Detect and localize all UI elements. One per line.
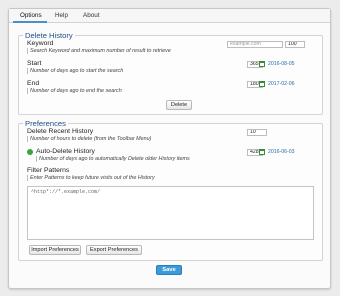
auto-delete-status-dot bbox=[27, 149, 33, 155]
auto-delete-label: Auto-Delete History bbox=[36, 148, 95, 155]
delete-button[interactable]: Delete bbox=[166, 100, 192, 110]
start-hint: Number of days ago to start the search bbox=[27, 68, 123, 74]
preferences-title: Preferences bbox=[23, 119, 68, 128]
filter-hint: Enter Patterns to keep future visits out… bbox=[27, 175, 155, 181]
import-preferences-button[interactable]: Import Preferences bbox=[29, 245, 81, 255]
max-results-input[interactable]: 100 bbox=[285, 41, 305, 48]
end-label: End bbox=[27, 80, 40, 87]
end-date[interactable]: 2017-02-06 bbox=[259, 81, 295, 87]
auto-delete-date-value: 2016-06-03 bbox=[268, 149, 295, 155]
tab-options[interactable]: Options bbox=[20, 12, 42, 19]
calendar-icon bbox=[259, 149, 265, 155]
delete-recent-label: Delete Recent History bbox=[27, 128, 94, 135]
tab-bar: Options Help About bbox=[9, 9, 330, 23]
auto-delete-date[interactable]: 2016-06-03 bbox=[259, 149, 295, 155]
export-preferences-button[interactable]: Export Preferences bbox=[86, 245, 142, 255]
end-hint: Number of days ago to end the search bbox=[27, 88, 122, 94]
calendar-icon bbox=[259, 61, 265, 67]
filter-patterns-textarea[interactable]: ^http*://*.example.com/ bbox=[27, 186, 314, 240]
options-window: Options Help About Delete History Keywor… bbox=[8, 8, 331, 289]
keyword-label: Keyword bbox=[27, 40, 54, 47]
keyword-input[interactable]: example.com bbox=[227, 41, 283, 48]
preferences-group: Preferences Delete Recent History Number… bbox=[18, 119, 323, 261]
delete-recent-hours-input[interactable]: 10 bbox=[247, 129, 267, 136]
filter-label: Filter Patterns bbox=[27, 167, 70, 174]
calendar-icon bbox=[259, 81, 265, 87]
tab-help[interactable]: Help bbox=[55, 12, 68, 19]
auto-delete-hint: Number of days ago to automatically Dele… bbox=[36, 156, 190, 162]
keyword-hint: Search Keyword and maximum number of res… bbox=[27, 48, 171, 54]
start-date[interactable]: 2016-08-05 bbox=[259, 61, 295, 67]
delete-history-title: Delete History bbox=[23, 31, 75, 40]
save-button[interactable]: Save bbox=[156, 265, 182, 275]
start-date-value: 2016-08-05 bbox=[268, 61, 295, 67]
active-tab-indicator bbox=[13, 21, 47, 23]
end-date-value: 2017-02-06 bbox=[268, 81, 295, 87]
start-label: Start bbox=[27, 60, 42, 67]
delete-history-group: Delete History Keyword Search Keyword an… bbox=[18, 31, 323, 115]
tab-about[interactable]: About bbox=[83, 12, 99, 19]
delete-recent-hint: Number of hours to delete (from the Tool… bbox=[27, 136, 151, 142]
